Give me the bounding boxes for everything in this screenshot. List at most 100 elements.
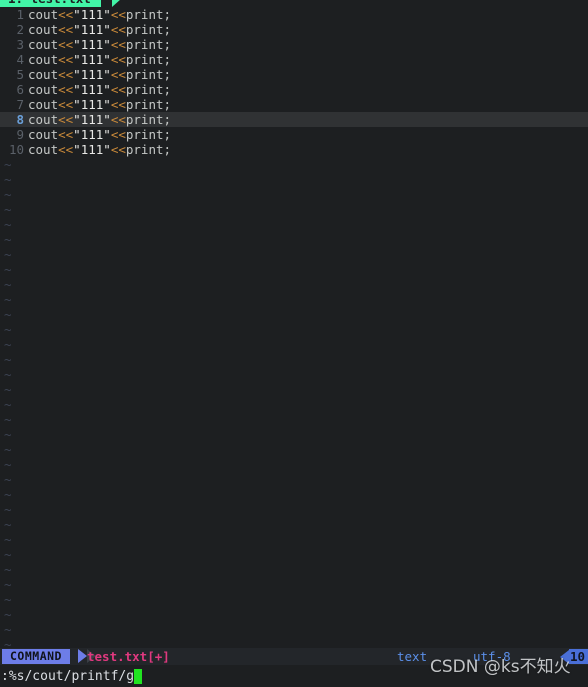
token-identifier: cout xyxy=(28,22,59,37)
empty-line-row: ~ xyxy=(0,157,588,172)
tilde-marker-icon: ~ xyxy=(4,397,12,412)
code-line[interactable]: 9 cout<<"111"<<print; xyxy=(0,127,588,142)
line-number: 2 xyxy=(16,22,24,37)
token-operator: << xyxy=(58,142,74,157)
token-identifier: cout xyxy=(28,37,59,52)
token-operator: << xyxy=(110,112,126,127)
code-line[interactable]: 3 cout<<"111"<<print; xyxy=(0,37,588,52)
tab-separator-arrow-icon xyxy=(112,0,121,7)
tilde-marker-icon: ~ xyxy=(4,487,12,502)
status-position-chunk: 10 xyxy=(559,649,588,664)
token-identifier: print; xyxy=(125,142,172,157)
token-identifier: cout xyxy=(28,67,59,82)
empty-line-row: ~ xyxy=(0,277,588,292)
token-operator: << xyxy=(110,142,126,157)
token-identifier: cout xyxy=(28,142,59,157)
line-content: cout<<"111"<<print; xyxy=(28,82,171,97)
empty-line-row: ~ xyxy=(0,517,588,532)
token-identifier: print; xyxy=(125,52,172,67)
line-content: cout<<"111"<<print; xyxy=(28,127,171,142)
line-number: 3 xyxy=(16,37,24,52)
token-identifier: print; xyxy=(125,97,172,112)
code-line[interactable]: 5 cout<<"111"<<print; xyxy=(0,67,588,82)
empty-line-row: ~ xyxy=(0,442,588,457)
token-identifier: cout xyxy=(28,82,59,97)
token-string: "111" xyxy=(73,142,111,157)
tilde-marker-icon: ~ xyxy=(4,292,12,307)
empty-line-row: ~ xyxy=(0,412,588,427)
empty-line-row: ~ xyxy=(0,397,588,412)
code-line[interactable]: 2 cout<<"111"<<print; xyxy=(0,22,588,37)
tilde-marker-icon: ~ xyxy=(4,307,12,322)
token-operator: << xyxy=(58,112,74,127)
token-identifier: cout xyxy=(28,112,59,127)
command-line[interactable]: :%s/cout/printf/g xyxy=(0,665,588,687)
token-operator: << xyxy=(58,52,74,67)
token-operator: << xyxy=(110,97,126,112)
tilde-marker-icon: ~ xyxy=(4,232,12,247)
line-number: 4 xyxy=(16,52,24,67)
line-content: cout<<"111"<<print; xyxy=(28,7,171,22)
empty-line-row: ~ xyxy=(0,172,588,187)
code-line[interactable]: 10 cout<<"111"<<print; xyxy=(0,142,588,157)
token-operator: << xyxy=(110,22,126,37)
token-operator: << xyxy=(58,7,74,22)
token-identifier: print; xyxy=(125,67,172,82)
empty-line-row: ~ xyxy=(0,337,588,352)
empty-line-row: ~ xyxy=(0,487,588,502)
empty-line-row: ~ xyxy=(0,367,588,382)
empty-line-row: ~ xyxy=(0,217,588,232)
empty-line-row: ~ xyxy=(0,592,588,607)
token-identifier: print; xyxy=(125,22,172,37)
tilde-marker-icon: ~ xyxy=(4,217,12,232)
editor-buffer[interactable]: 1 cout<<"111"<<print; 2 cout<<"111"<<print;… xyxy=(0,7,588,648)
tilde-marker-icon: ~ xyxy=(4,517,12,532)
tab-test-txt[interactable]: 1: test.txt xyxy=(0,0,101,7)
statusline: COMMAND test.txt[+] text utf-8 10 xyxy=(0,648,588,665)
token-identifier: cout xyxy=(28,127,59,142)
token-identifier: print; xyxy=(125,7,172,22)
tilde-marker-icon: ~ xyxy=(4,322,12,337)
line-number: 10 xyxy=(8,142,24,157)
line-number: 8 xyxy=(16,112,24,127)
empty-line-row: ~ xyxy=(0,307,588,322)
code-line[interactable]: 7 cout<<"111"<<print; xyxy=(0,97,588,112)
token-operator: << xyxy=(110,82,126,97)
tilde-marker-icon: ~ xyxy=(4,532,12,547)
token-operator: << xyxy=(58,97,74,112)
tilde-marker-icon: ~ xyxy=(4,547,12,562)
token-string: "111" xyxy=(73,82,111,97)
tabline: 1: test.txt xyxy=(0,0,588,7)
empty-line-row: ~ xyxy=(0,187,588,202)
status-filename: test.txt[+] xyxy=(87,649,170,664)
token-identifier: print; xyxy=(125,37,172,52)
tilde-marker-icon: ~ xyxy=(4,172,12,187)
token-operator: << xyxy=(58,67,74,82)
empty-line-markers: ~ ~ ~ ~ ~ ~ ~ ~ ~ ~ ~ ~ ~ ~ ~ ~ ~ ~ ~ ~ ~ ~ ~ ~ ~ ~ ~ ~ ~ ~ ~ ~ ~ xyxy=(0,157,588,648)
line-number: 5 xyxy=(16,67,24,82)
empty-line-row: ~ xyxy=(0,427,588,442)
token-identifier: print; xyxy=(125,127,172,142)
tilde-marker-icon: ~ xyxy=(4,457,12,472)
code-line[interactable]: 1 cout<<"111"<<print; xyxy=(0,7,588,22)
token-string: "111" xyxy=(73,112,111,127)
line-content: cout<<"111"<<print; xyxy=(28,112,171,127)
code-line[interactable]: 6 cout<<"111"<<print; xyxy=(0,82,588,97)
mode-arrow-icon xyxy=(78,649,87,663)
line-content: cout<<"111"<<print; xyxy=(28,67,171,82)
status-cursor-position: 10 xyxy=(568,649,588,664)
empty-line-row: ~ xyxy=(0,622,588,637)
position-arrow-icon xyxy=(559,649,569,664)
token-operator: << xyxy=(110,67,126,82)
token-operator: << xyxy=(110,127,126,142)
code-line[interactable]: 4 cout<<"111"<<print; xyxy=(0,52,588,67)
tilde-marker-icon: ~ xyxy=(4,187,12,202)
empty-line-row: ~ xyxy=(0,322,588,337)
token-identifier: cout xyxy=(28,52,59,67)
tilde-marker-icon: ~ xyxy=(4,562,12,577)
code-line[interactable]: 8 cout<<"111"<<print; xyxy=(0,112,588,127)
line-number: 7 xyxy=(16,97,24,112)
token-string: "111" xyxy=(73,37,111,52)
tilde-marker-icon: ~ xyxy=(4,442,12,457)
line-content: cout<<"111"<<print; xyxy=(28,142,171,157)
